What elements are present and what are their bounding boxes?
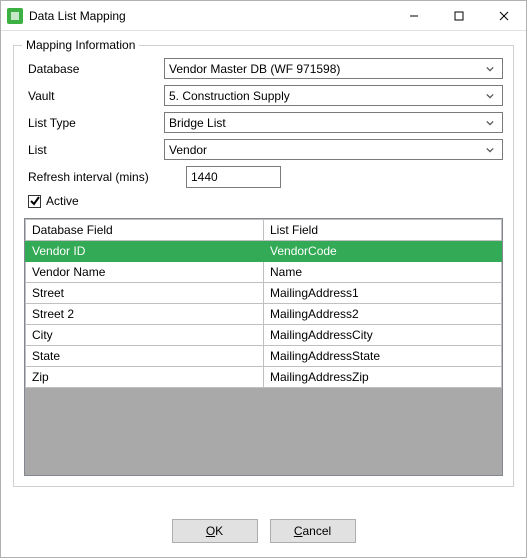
app-icon xyxy=(7,8,23,24)
list-value: Vendor xyxy=(169,143,482,157)
ok-button[interactable]: OK xyxy=(172,519,258,543)
database-select[interactable]: Vendor Master DB (WF 971598) xyxy=(164,58,503,79)
vault-label: Vault xyxy=(24,89,164,103)
database-label: Database xyxy=(24,62,164,76)
chevron-down-icon xyxy=(482,146,498,154)
cell-list-field: MailingAddressState xyxy=(264,346,502,367)
titlebar: Data List Mapping xyxy=(1,1,526,31)
cell-db-field: Street xyxy=(26,283,264,304)
window-title: Data List Mapping xyxy=(29,9,391,23)
vault-select[interactable]: 5. Construction Supply xyxy=(164,85,503,106)
cell-db-field: State xyxy=(26,346,264,367)
check-icon xyxy=(30,196,40,206)
refresh-label: Refresh interval (mins) xyxy=(24,170,186,184)
cell-list-field: MailingAddressCity xyxy=(264,325,502,346)
refresh-value: 1440 xyxy=(191,170,218,184)
col-database-field[interactable]: Database Field xyxy=(26,220,264,241)
chevron-down-icon xyxy=(482,119,498,127)
table-row[interactable]: StreetMailingAddress1 xyxy=(26,283,502,304)
list-type-value: Bridge List xyxy=(169,116,482,130)
cell-list-field: MailingAddressZip xyxy=(264,367,502,388)
active-label: Active xyxy=(46,194,79,208)
cell-db-field: Vendor Name xyxy=(26,262,264,283)
table-row[interactable]: StateMailingAddressState xyxy=(26,346,502,367)
close-button[interactable] xyxy=(481,1,526,30)
table-row[interactable]: ZipMailingAddressZip xyxy=(26,367,502,388)
cell-db-field: Street 2 xyxy=(26,304,264,325)
mapping-information-group: Mapping Information Database Vendor Mast… xyxy=(13,45,514,487)
vault-value: 5. Construction Supply xyxy=(169,89,482,103)
mapping-table[interactable]: Database Field List Field Vendor IDVendo… xyxy=(24,218,503,476)
list-type-label: List Type xyxy=(24,116,164,130)
list-select[interactable]: Vendor xyxy=(164,139,503,160)
chevron-down-icon xyxy=(482,65,498,73)
cell-list-field: MailingAddress2 xyxy=(264,304,502,325)
cell-db-field: City xyxy=(26,325,264,346)
refresh-interval-input[interactable]: 1440 xyxy=(186,166,281,188)
group-legend: Mapping Information xyxy=(22,38,139,52)
database-value: Vendor Master DB (WF 971598) xyxy=(169,62,482,76)
list-type-select[interactable]: Bridge List xyxy=(164,112,503,133)
table-row[interactable]: Vendor IDVendorCode xyxy=(26,241,502,262)
active-checkbox[interactable] xyxy=(28,195,41,208)
chevron-down-icon xyxy=(482,92,498,100)
minimize-button[interactable] xyxy=(391,1,436,30)
cell-db-field: Zip xyxy=(26,367,264,388)
cell-list-field: VendorCode xyxy=(264,241,502,262)
cell-list-field: Name xyxy=(264,262,502,283)
table-row[interactable]: Street 2MailingAddress2 xyxy=(26,304,502,325)
col-list-field[interactable]: List Field xyxy=(264,220,502,241)
cell-list-field: MailingAddress1 xyxy=(264,283,502,304)
table-row[interactable]: CityMailingAddressCity xyxy=(26,325,502,346)
cancel-button[interactable]: Cancel xyxy=(270,519,356,543)
table-row[interactable]: Vendor NameName xyxy=(26,262,502,283)
list-label: List xyxy=(24,143,164,157)
cell-db-field: Vendor ID xyxy=(26,241,264,262)
maximize-button[interactable] xyxy=(436,1,481,30)
